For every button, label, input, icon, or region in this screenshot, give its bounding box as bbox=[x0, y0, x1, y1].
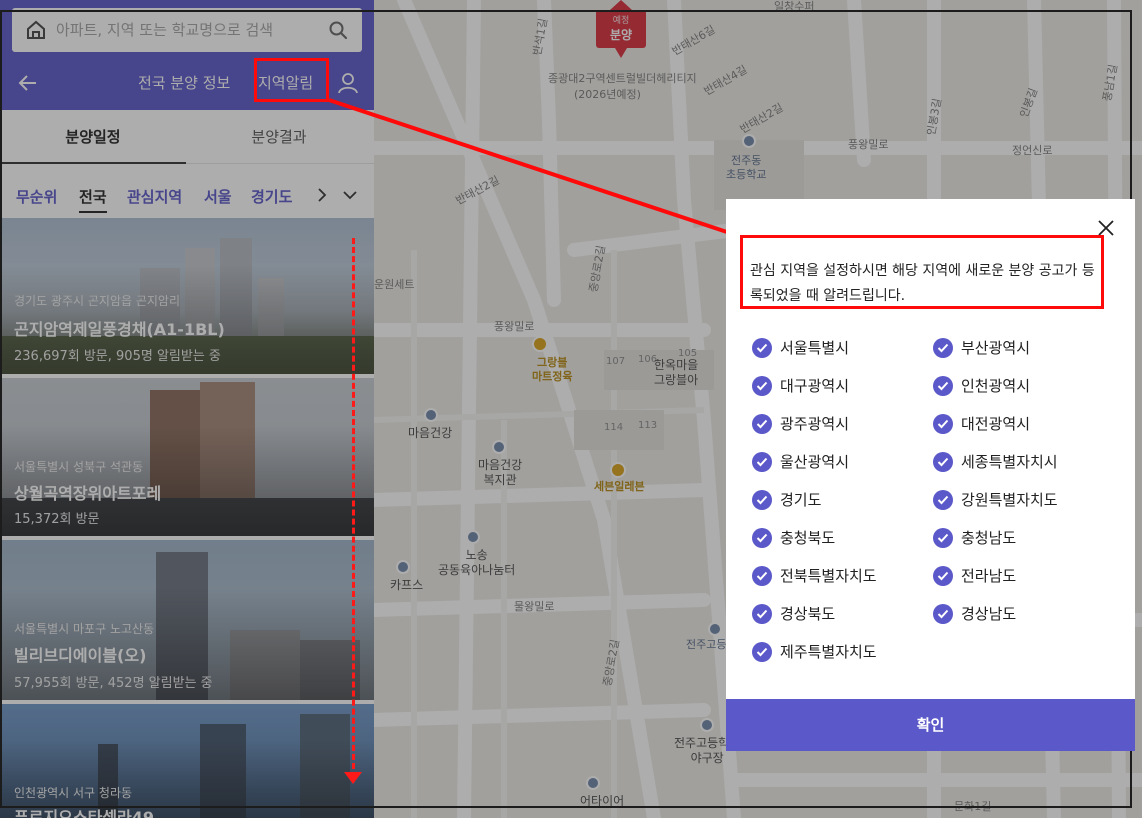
region-checkbox[interactable]: 강원특별자치도 bbox=[933, 489, 1058, 510]
check-icon bbox=[752, 565, 772, 586]
region-alert-modal: 관심 지역을 설정하시면 해당 지역에 새로운 분양 공고가 등록되었을 때 알… bbox=[726, 199, 1135, 751]
check-icon bbox=[752, 489, 772, 510]
region-checkbox[interactable]: 부산광역시 bbox=[933, 337, 1030, 358]
region-label: 인천광역시 bbox=[961, 377, 1031, 395]
region-checkbox[interactable]: 전라남도 bbox=[933, 565, 1016, 586]
region-label: 제주특별자치도 bbox=[780, 643, 877, 661]
region-checkbox[interactable]: 광주광역시 bbox=[752, 413, 849, 434]
region-checkbox[interactable]: 경상남도 bbox=[933, 603, 1016, 624]
region-label: 울산광역시 bbox=[780, 453, 850, 471]
region-checkbox[interactable]: 대전광역시 bbox=[933, 413, 1030, 434]
region-checkbox[interactable]: 전북특별자치도 bbox=[752, 565, 877, 586]
check-icon bbox=[933, 337, 953, 358]
region-checkbox[interactable]: 경상북도 bbox=[752, 603, 835, 624]
region-label: 충청남도 bbox=[961, 529, 1017, 547]
confirm-button[interactable]: 확인 bbox=[726, 699, 1135, 751]
region-label: 경기도 bbox=[780, 491, 822, 509]
region-checkbox[interactable]: 울산광역시 bbox=[752, 451, 849, 472]
region-checkbox[interactable]: 서울특별시 bbox=[752, 337, 849, 358]
check-icon bbox=[933, 565, 953, 586]
region-checkbox[interactable]: 인천광역시 bbox=[933, 375, 1030, 396]
check-icon bbox=[933, 413, 953, 434]
check-icon bbox=[752, 413, 772, 434]
region-label: 전북특별자치도 bbox=[780, 567, 877, 585]
region-label: 서울특별시 bbox=[780, 339, 850, 357]
check-icon bbox=[752, 451, 772, 472]
region-label: 부산광역시 bbox=[961, 339, 1031, 357]
check-icon bbox=[752, 527, 772, 548]
region-checkbox[interactable]: 대구광역시 bbox=[752, 375, 849, 396]
region-label: 세종특별자치시 bbox=[961, 453, 1058, 471]
alert-highlight-box-overlay bbox=[254, 58, 329, 102]
check-icon bbox=[752, 375, 772, 396]
check-icon bbox=[752, 641, 772, 662]
check-icon bbox=[933, 603, 953, 624]
region-checkbox[interactable]: 충청북도 bbox=[752, 527, 835, 548]
region-label: 강원특별자치도 bbox=[961, 491, 1058, 509]
region-checkbox[interactable]: 세종특별자치시 bbox=[933, 451, 1058, 472]
check-icon bbox=[933, 451, 953, 472]
check-icon bbox=[933, 527, 953, 548]
region-label: 충청북도 bbox=[780, 529, 836, 547]
region-checkbox[interactable]: 제주특별자치도 bbox=[752, 641, 877, 662]
check-icon bbox=[933, 375, 953, 396]
check-icon bbox=[933, 489, 953, 510]
region-checkbox[interactable]: 경기도 bbox=[752, 489, 821, 510]
region-label: 전라남도 bbox=[961, 567, 1017, 585]
region-label: 경상남도 bbox=[961, 605, 1017, 623]
region-checkbox[interactable]: 충청남도 bbox=[933, 527, 1016, 548]
region-label: 광주광역시 bbox=[780, 415, 850, 433]
region-label: 대전광역시 bbox=[961, 415, 1031, 433]
check-icon bbox=[752, 337, 772, 358]
region-label: 대구광역시 bbox=[780, 377, 850, 395]
region-label: 경상북도 bbox=[780, 605, 836, 623]
check-icon bbox=[752, 603, 772, 624]
modal-description: 관심 지역을 설정하시면 해당 지역에 새로운 분양 공고가 등록되었을 때 알… bbox=[750, 263, 1095, 304]
